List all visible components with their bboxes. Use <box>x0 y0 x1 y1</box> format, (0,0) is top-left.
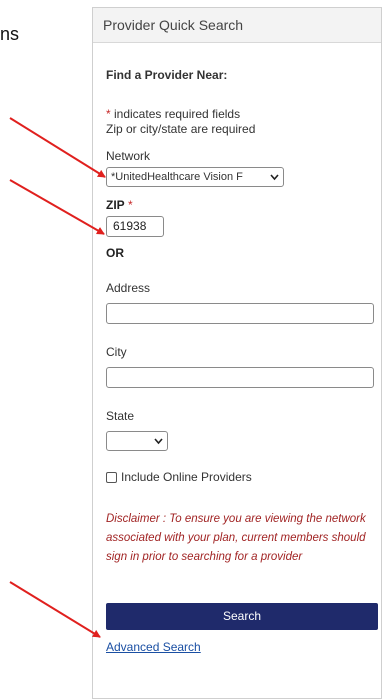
arrow-to-zip <box>9 179 105 235</box>
arrow-to-search <box>9 581 101 638</box>
annotation-arrows <box>9 117 106 638</box>
arrow-to-network <box>9 117 106 178</box>
